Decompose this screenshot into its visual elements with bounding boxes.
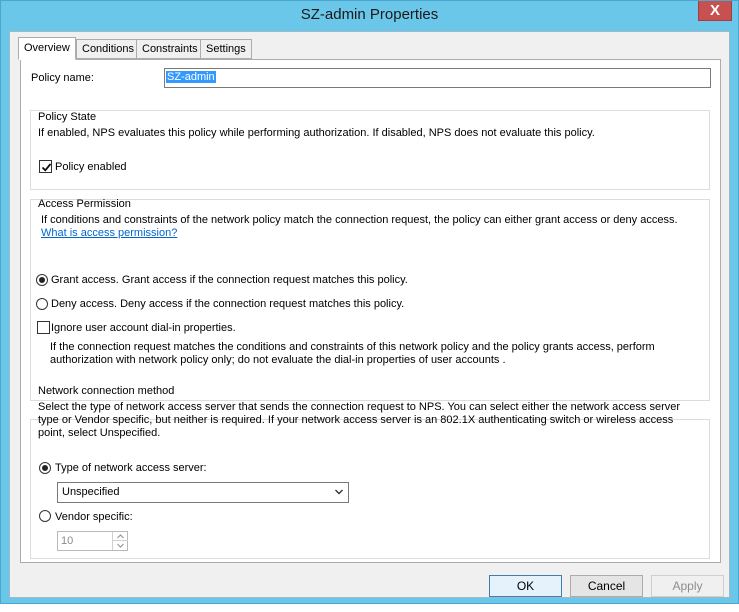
properties-window: SZ-admin Properties X Overview Condition… — [0, 0, 739, 604]
type-of-server-radio[interactable] — [39, 462, 51, 474]
access-permission-link[interactable]: What is access permission? — [41, 227, 177, 239]
grant-access-label[interactable]: Grant access. Grant access if the connec… — [51, 274, 408, 286]
vendor-code-stepper[interactable]: 10 — [57, 531, 128, 551]
network-method-title: Network connection method — [38, 385, 175, 397]
chevron-down-icon — [117, 543, 124, 548]
policy-name-label: Policy name: — [31, 72, 94, 84]
stepper-up-button[interactable] — [113, 532, 128, 541]
ignore-dialin-label[interactable]: Ignore user account dial-in properties. — [51, 322, 236, 334]
check-icon — [41, 163, 52, 172]
tab-constraints[interactable]: Constraints — [136, 39, 204, 59]
vendor-specific-radio[interactable] — [39, 510, 51, 522]
apply-button[interactable]: Apply — [651, 575, 724, 597]
access-permission-title: Access Permission — [38, 198, 131, 210]
vendor-specific-label[interactable]: Vendor specific: — [55, 511, 133, 523]
stepper-buttons — [112, 532, 128, 550]
access-permission-description: If conditions and constraints of the net… — [41, 214, 681, 240]
deny-access-label[interactable]: Deny access. Deny access if the connecti… — [51, 298, 404, 310]
policy-state-group — [30, 110, 710, 190]
deny-access-radio[interactable] — [36, 298, 48, 310]
vendor-code-value: 10 — [61, 535, 74, 547]
policy-name-input[interactable]: SZ-admin — [164, 68, 711, 88]
chevron-down-icon — [335, 489, 343, 495]
ignore-dialin-note: If the connection request matches the co… — [50, 341, 655, 366]
tab-overview[interactable]: Overview — [18, 37, 76, 60]
server-type-select[interactable]: Unspecified — [57, 482, 349, 503]
close-button[interactable]: X — [698, 1, 732, 21]
network-method-description: Select the type of network access server… — [38, 401, 681, 439]
overview-panel: Policy name: SZ-admin Policy State If en… — [20, 59, 721, 563]
ok-button[interactable]: OK — [489, 575, 562, 597]
server-type-value: Unspecified — [62, 486, 120, 498]
dialog-client-area: Overview Conditions Constraints Settings… — [9, 31, 730, 598]
policy-name-value: SZ-admin — [166, 71, 216, 83]
tab-conditions[interactable]: Conditions — [76, 39, 140, 59]
policy-state-title: Policy State — [38, 111, 97, 123]
access-permission-text: If conditions and constraints of the net… — [41, 214, 678, 226]
policy-enabled-checkbox[interactable] — [39, 160, 52, 173]
window-title: SZ-admin Properties — [300, 6, 439, 23]
tab-settings[interactable]: Settings — [200, 39, 252, 59]
policy-enabled-label[interactable]: Policy enabled — [55, 161, 127, 173]
ignore-dialin-checkbox[interactable] — [37, 321, 50, 334]
type-of-server-label[interactable]: Type of network access server: — [55, 462, 207, 474]
policy-state-description: If enabled, NPS evaluates this policy wh… — [38, 127, 595, 139]
stepper-down-button[interactable] — [113, 541, 128, 550]
cancel-button[interactable]: Cancel — [570, 575, 643, 597]
title-bar[interactable]: SZ-admin Properties X — [1, 1, 738, 31]
chevron-up-icon — [117, 534, 124, 539]
grant-access-radio[interactable] — [36, 274, 48, 286]
